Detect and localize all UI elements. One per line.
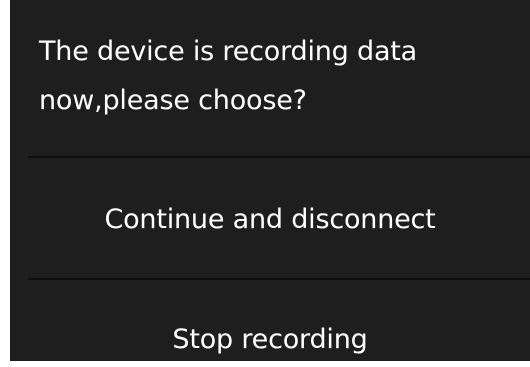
stop-recording-button[interactable]: Stop recording bbox=[10, 318, 530, 361]
continue-and-disconnect-button[interactable]: Continue and disconnect bbox=[10, 198, 530, 242]
dialog-message-line-1: The device is recording data bbox=[39, 36, 418, 67]
dialog-message-line-2: now,please choose? bbox=[39, 85, 307, 116]
recording-choice-dialog: The device is recording data now,please c… bbox=[10, 0, 530, 361]
divider bbox=[28, 156, 530, 158]
dialog-message: The device is recording data now,please c… bbox=[39, 27, 499, 125]
divider bbox=[28, 278, 530, 280]
stop-recording-label: Stop recording bbox=[172, 324, 368, 355]
continue-and-disconnect-label: Continue and disconnect bbox=[104, 204, 436, 235]
